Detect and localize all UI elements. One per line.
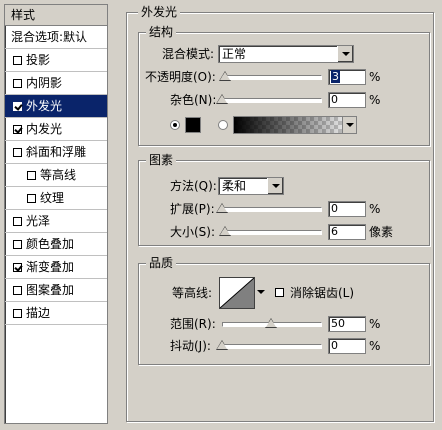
style-item-checkbox[interactable] <box>27 194 36 203</box>
style-list-header[interactable]: 样式 <box>5 5 107 26</box>
style-item-label: 纹理 <box>40 191 65 205</box>
jitter-unit: % <box>369 339 381 353</box>
style-item-checkbox[interactable] <box>13 102 22 111</box>
style-item[interactable]: 外发光 <box>5 95 107 118</box>
noise-input[interactable]: 0 <box>328 92 366 108</box>
style-item-label: 混合选项:默认 <box>11 30 88 44</box>
style-item-checkbox[interactable] <box>13 125 22 134</box>
style-item-label: 描边 <box>26 306 51 320</box>
structure-title: 结构 <box>146 25 177 39</box>
blend-mode-select[interactable]: 正常 <box>218 45 354 63</box>
spread-input[interactable]: 0 <box>328 201 366 217</box>
blend-mode-value: 正常 <box>222 47 247 61</box>
style-item-label: 外发光 <box>26 99 63 113</box>
blend-mode-label: 混合模式: <box>162 47 215 61</box>
style-item[interactable]: 描边 <box>5 302 107 325</box>
elements-title: 图素 <box>146 153 177 167</box>
style-item-checkbox[interactable] <box>13 217 22 226</box>
style-item-checkbox[interactable] <box>13 309 22 318</box>
range-slider-thumb[interactable] <box>265 318 277 328</box>
size-label: 大小(S): <box>170 225 216 239</box>
range-unit: % <box>369 317 381 331</box>
chevron-down-icon <box>337 46 353 62</box>
noise-label: 杂色(N): <box>170 93 217 107</box>
antialias-label: 消除锯齿(L) <box>290 286 355 300</box>
noise-slider[interactable] <box>222 98 322 103</box>
contour-preview-icon <box>220 278 254 308</box>
style-item[interactable]: 图案叠加 <box>5 279 107 302</box>
noise-unit: % <box>369 93 381 107</box>
style-item-label: 颜色叠加 <box>26 237 75 251</box>
style-item[interactable]: 内阴影 <box>5 72 107 95</box>
jitter-input[interactable]: 0 <box>328 338 366 354</box>
method-label: 方法(Q): <box>170 179 217 193</box>
solid-color-radio[interactable] <box>170 120 180 130</box>
opacity-label: 不透明度(O): <box>145 70 216 84</box>
size-slider-thumb[interactable] <box>218 226 231 236</box>
method-select[interactable]: 柔和 <box>218 177 284 195</box>
outer-glow-title: 外发光 <box>138 5 181 19</box>
size-input[interactable]: 6 <box>328 224 366 240</box>
style-item-checkbox[interactable] <box>13 263 22 272</box>
chevron-down-icon <box>267 178 283 194</box>
glow-gradient-picker[interactable] <box>233 116 357 134</box>
contour-picker[interactable] <box>219 277 255 309</box>
style-item-checkbox[interactable] <box>13 148 22 157</box>
antialias-checkbox[interactable] <box>275 288 284 297</box>
style-item[interactable]: 混合选项:默认 <box>5 26 107 49</box>
style-item[interactable]: 渐变叠加 <box>5 256 107 279</box>
contour-label: 等高线: <box>172 286 213 300</box>
style-item-checkbox[interactable] <box>13 286 22 295</box>
jitter-label: 抖动(J): <box>170 339 211 353</box>
contour-dropdown[interactable] <box>256 277 266 309</box>
size-slider[interactable] <box>222 230 322 235</box>
spread-unit: % <box>369 202 381 216</box>
style-item-checkbox[interactable] <box>13 240 22 249</box>
method-value: 柔和 <box>222 179 247 193</box>
chevron-down-icon <box>342 117 356 133</box>
noise-slider-thumb[interactable] <box>216 94 228 104</box>
glow-color-swatch[interactable] <box>185 117 201 133</box>
style-item[interactable]: 纹理 <box>5 187 107 210</box>
style-item-label: 内阴影 <box>26 76 63 90</box>
quality-title: 品质 <box>146 256 177 270</box>
style-item-checkbox[interactable] <box>13 79 22 88</box>
style-item-checkbox[interactable] <box>13 56 22 65</box>
spread-label: 扩展(P): <box>170 202 215 216</box>
opacity-unit: % <box>369 70 381 84</box>
jitter-slider-thumb[interactable] <box>216 340 228 350</box>
jitter-slider[interactable] <box>222 344 322 349</box>
gradient-radio[interactable] <box>218 120 228 130</box>
spread-slider[interactable] <box>222 207 322 212</box>
range-input[interactable]: 50 <box>328 316 366 332</box>
style-list: 样式 混合选项:默认投影内阴影外发光内发光斜面和浮雕等高线纹理光泽颜色叠加渐变叠… <box>4 4 108 424</box>
style-item[interactable]: 内发光 <box>5 118 107 141</box>
opacity-slider-thumb[interactable] <box>218 71 231 81</box>
style-item-label: 图案叠加 <box>26 283 75 297</box>
style-item[interactable]: 等高线 <box>5 164 107 187</box>
size-unit: 像素 <box>369 225 394 239</box>
spread-slider-thumb[interactable] <box>216 203 228 213</box>
opacity-slider[interactable] <box>222 75 322 80</box>
style-item-label: 内发光 <box>26 122 63 136</box>
style-item-label: 等高线 <box>40 168 77 182</box>
style-item[interactable]: 光泽 <box>5 210 107 233</box>
range-label: 范围(R): <box>170 317 216 331</box>
style-item-label: 投影 <box>26 53 51 67</box>
style-item-label: 斜面和浮雕 <box>26 145 87 159</box>
style-item[interactable]: 斜面和浮雕 <box>5 141 107 164</box>
opacity-input[interactable]: 3 <box>328 69 366 85</box>
style-item[interactable]: 颜色叠加 <box>5 233 107 256</box>
style-item-label: 光泽 <box>26 214 51 228</box>
style-item-label: 渐变叠加 <box>26 260 75 274</box>
style-item[interactable]: 投影 <box>5 49 107 72</box>
style-item-checkbox[interactable] <box>27 171 36 180</box>
